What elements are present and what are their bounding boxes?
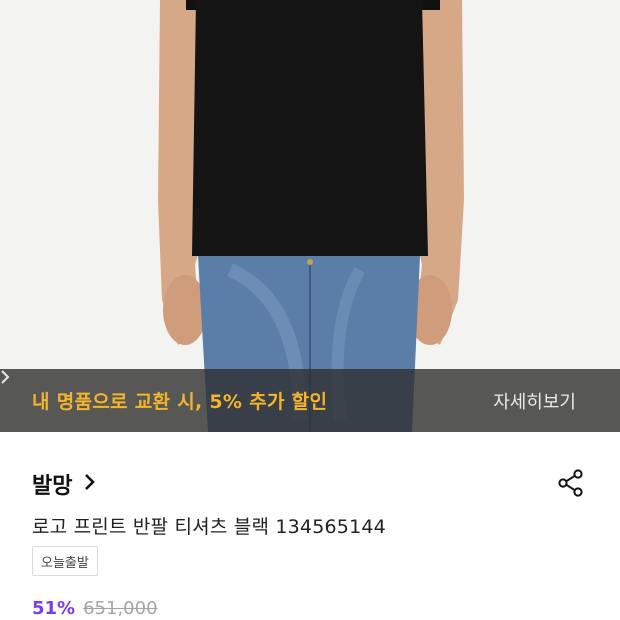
original-price: 651,000 — [83, 598, 158, 619]
detail-link[interactable]: 자세히보기 — [1, 370, 586, 414]
promo-banner[interactable]: 내 명품으로 교환 시, 5% 추가 할인 자세히보기 — [0, 369, 620, 432]
shipping-badge: 오늘출발 — [32, 546, 98, 576]
discount-rate: 51% — [32, 598, 76, 619]
brand-name: 발망 — [32, 474, 73, 499]
detail-link-label: 자세히보기 — [493, 391, 576, 413]
chevron-right-icon — [84, 472, 96, 496]
product-photo[interactable]: 내 명품으로 교환 시, 5% 추가 할인 자세히보기 — [0, 0, 620, 432]
model-illustration — [158, 0, 464, 432]
product-info: 발망 로고 프린트 반팔 티셔츠 블랙 134565144 오늘출발 51% 6… — [0, 432, 620, 620]
product-name: 로고 프린트 반팔 티셔츠 블랙 134565144 — [32, 516, 386, 538]
promo-text: 내 명품으로 교환 시, 5% 추가 할인 — [32, 391, 328, 413]
brand-link[interactable]: 발망 — [32, 468, 96, 500]
price-row: 51% 651,000 — [32, 598, 158, 619]
share-icon[interactable] — [556, 468, 586, 498]
